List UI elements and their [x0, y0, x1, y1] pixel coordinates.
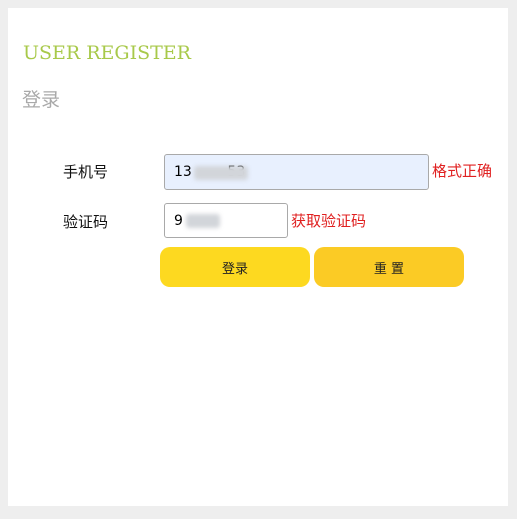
code-label: 验证码 — [63, 213, 109, 231]
verification-code-input[interactable] — [164, 203, 288, 238]
redaction-blur — [194, 166, 248, 180]
get-code-link[interactable]: 获取验证码 — [291, 211, 366, 231]
page-title: USER REGISTER — [23, 42, 191, 64]
phone-label: 手机号 — [63, 163, 109, 181]
register-panel: USER REGISTER 登录 手机号 格式正确 验证码 获取验证码 登录 重… — [8, 8, 508, 506]
page-subtitle: 登录 — [22, 89, 61, 111]
reset-button[interactable]: 重 置 — [314, 247, 464, 287]
redaction-blur — [186, 214, 220, 228]
phone-format-status: 格式正确 — [432, 162, 493, 180]
login-button[interactable]: 登录 — [160, 247, 310, 287]
